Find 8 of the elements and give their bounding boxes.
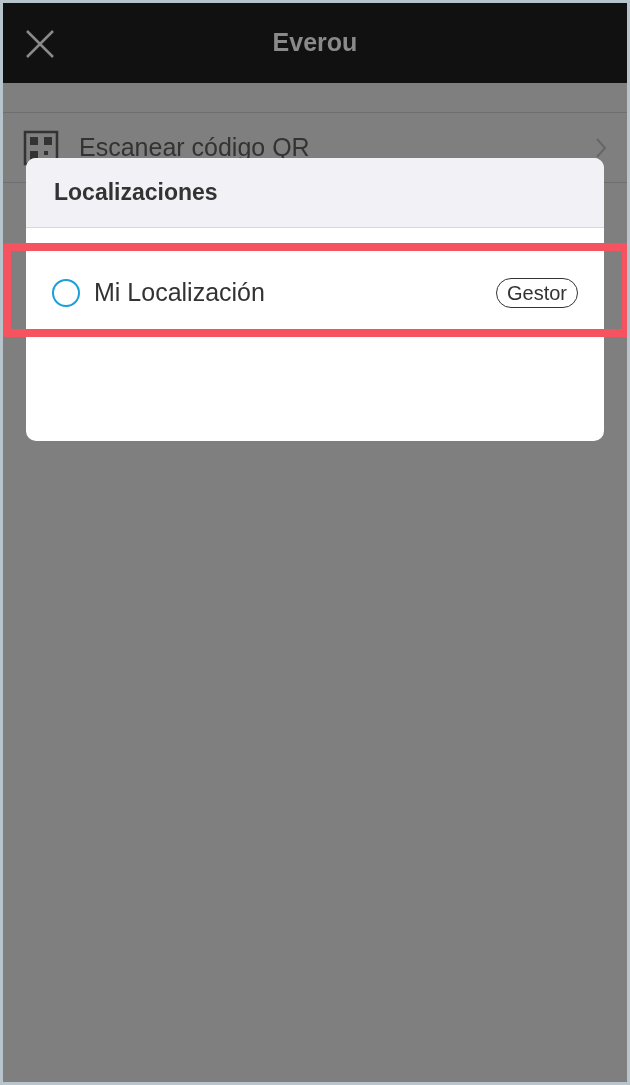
dialog-title: Localizaciones <box>54 178 218 208</box>
chevron-right-icon <box>595 136 607 159</box>
radio-button[interactable] <box>52 279 80 307</box>
menu-item-label: Escanear código QR <box>79 131 311 163</box>
close-icon[interactable] <box>25 29 55 59</box>
location-option[interactable]: Mi Localización Gestor <box>26 248 604 338</box>
window-title: Everou <box>272 27 358 59</box>
location-name: Mi Localización <box>94 277 266 309</box>
